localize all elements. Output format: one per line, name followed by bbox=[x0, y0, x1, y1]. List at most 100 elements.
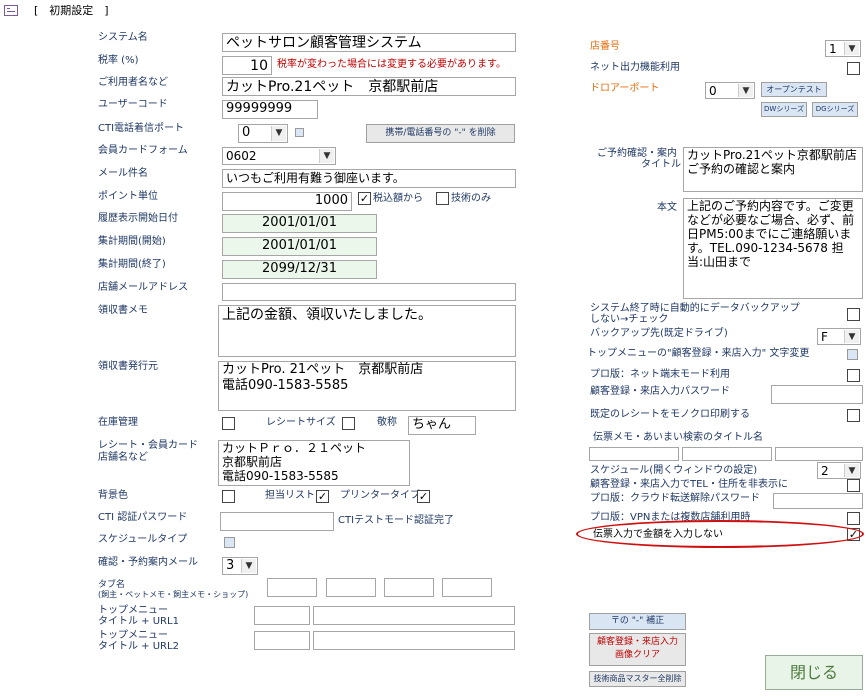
hyphen-fix-button[interactable]: 〒の "-" 補正 bbox=[589, 613, 686, 630]
top-menu-1-url-field[interactable] bbox=[313, 606, 515, 625]
tab-name-4-field[interactable] bbox=[442, 578, 492, 597]
user-name-label: ご利用者名など bbox=[98, 77, 168, 88]
vpn-checkbox[interactable] bbox=[847, 512, 860, 525]
user-name-field[interactable]: カットPro.21ペット 京都駅前店 bbox=[222, 77, 516, 96]
confirm-mail-label: 確認・予約案内メール bbox=[98, 557, 198, 568]
chevron-down-icon[interactable]: ▼ bbox=[844, 464, 859, 477]
shop-number-label: 店番号 bbox=[590, 41, 620, 52]
tax-rate-label: 税率 (%) bbox=[98, 55, 139, 66]
system-name-label: システム名 bbox=[98, 32, 148, 43]
receipt-shop-label-2: 店舗名など bbox=[98, 452, 148, 463]
open-test-button[interactable]: オープンテスト bbox=[761, 82, 827, 97]
dg-series-button[interactable]: DGシリーズ bbox=[812, 102, 858, 117]
chevron-down-icon[interactable]: ▼ bbox=[844, 330, 859, 343]
body-text-label: 本文 bbox=[657, 202, 677, 213]
backup-drive-label: バックアップ先(既定ドライブ) bbox=[590, 328, 728, 339]
bg-color-label: 背景色 bbox=[98, 490, 128, 501]
tab-name-1-field[interactable] bbox=[267, 578, 317, 597]
auto-backup-checkbox[interactable] bbox=[847, 308, 860, 321]
member-card-form-select[interactable]: 0602 ▼ bbox=[222, 147, 336, 165]
schedule-label: スケジュール(開くウィンドウの設定) bbox=[590, 465, 758, 476]
pro-net-checkbox[interactable] bbox=[847, 369, 860, 382]
top-menu-1-title-field[interactable] bbox=[254, 606, 310, 625]
cti-test-mode-label: CTIテストモード認証完了 bbox=[338, 515, 455, 526]
chevron-down-icon[interactable]: ▼ bbox=[844, 42, 859, 55]
receipt-memo-field[interactable]: 上記の金額、領収いたしました。 bbox=[218, 305, 516, 357]
memo-search-title-1-field[interactable] bbox=[589, 447, 679, 461]
shop-mail-field[interactable] bbox=[222, 283, 516, 301]
system-name-field[interactable]: ペットサロン顧客管理システム bbox=[222, 33, 516, 52]
memo-search-title-3-field[interactable] bbox=[775, 447, 863, 461]
tech-only-checkbox[interactable] bbox=[436, 192, 449, 205]
chevron-down-icon[interactable]: ▼ bbox=[738, 84, 753, 97]
backup-drive-select[interactable]: F ▼ bbox=[817, 328, 861, 345]
cti-port-label: CTI電話着信ポート bbox=[98, 123, 185, 134]
top-menu-text-button[interactable] bbox=[847, 349, 858, 360]
cti-password-field[interactable] bbox=[220, 512, 334, 531]
receipt-memo-label: 領収書メモ bbox=[98, 305, 148, 316]
tab-name-2-field[interactable] bbox=[326, 578, 376, 597]
receipt-shop-field[interactable]: カットＰｒｏ．２１ペット 京都駅前店 電話090-1583-5585 bbox=[218, 440, 410, 486]
receipt-size-checkbox[interactable] bbox=[342, 417, 355, 430]
stock-mgmt-checkbox[interactable] bbox=[222, 417, 235, 430]
clear-image-button[interactable]: 顧客登録・来店入力 画像クリア bbox=[589, 633, 686, 666]
drawer-port-value: 0 bbox=[709, 84, 717, 98]
memo-search-title-2-field[interactable] bbox=[682, 447, 772, 461]
hide-tel-label: 顧客登録・来店入力でTEL・住所を非表示に bbox=[590, 479, 788, 490]
shop-number-value: 1 bbox=[829, 42, 837, 56]
mail-subject-label: メール件名 bbox=[98, 168, 148, 179]
mail-subject-field[interactable]: いつもご利用有難う御座います。 bbox=[222, 169, 516, 188]
bg-color-checkbox[interactable] bbox=[222, 490, 235, 503]
reservation-title-field[interactable]: カットPro.21ペット京都駅前店 ご予約の確認と案内 bbox=[683, 147, 863, 192]
dw-series-button[interactable]: DWシリーズ bbox=[761, 102, 807, 117]
reservation-title-sublabel: タイトル bbox=[641, 159, 681, 170]
remove-hyphen-button[interactable]: 携帯/電話番号の "-" を削除 bbox=[366, 124, 515, 143]
drawer-port-label: ドロアーポート bbox=[590, 83, 660, 94]
confirm-mail-value: 3 bbox=[226, 558, 235, 573]
top-menu-2-url-field[interactable] bbox=[313, 631, 515, 650]
reg-password-label: 顧客登録・来店入力パスワード bbox=[590, 386, 730, 397]
staff-list-checkbox[interactable]: ✓ bbox=[316, 490, 329, 503]
schedule-select[interactable]: 2 ▼ bbox=[817, 462, 861, 479]
schedule-type-button[interactable] bbox=[224, 537, 235, 548]
shop-number-select[interactable]: 1 ▼ bbox=[825, 40, 861, 57]
chevron-down-icon[interactable]: ▼ bbox=[319, 149, 334, 163]
history-start-label: 履歴表示開始日付 bbox=[98, 213, 178, 224]
hide-tel-checkbox[interactable] bbox=[847, 479, 860, 492]
cti-port-small-button[interactable] bbox=[295, 128, 304, 137]
close-button[interactable]: 閉じる bbox=[765, 655, 863, 690]
delete-tech-button[interactable]: 技術商品マスター全削除 bbox=[589, 671, 686, 687]
tab-name-3-field[interactable] bbox=[384, 578, 434, 597]
cti-port-value: 0 bbox=[242, 125, 251, 140]
highlight-ellipse bbox=[576, 520, 864, 548]
tax-rate-field[interactable]: 10 bbox=[222, 56, 272, 75]
drawer-port-select[interactable]: 0 ▼ bbox=[705, 82, 755, 99]
cti-port-select[interactable]: 0 ▼ bbox=[238, 124, 288, 143]
user-code-field[interactable]: 99999999 bbox=[222, 100, 318, 119]
top-menu-2-title-field[interactable] bbox=[254, 631, 310, 650]
honorific-field[interactable]: ちゃん bbox=[408, 416, 476, 435]
schedule-type-label: スケジュールタイプ bbox=[98, 534, 188, 545]
period-end-label: 集計期間(終了) bbox=[98, 259, 166, 270]
member-card-form-label: 会員カードフォーム bbox=[98, 145, 188, 156]
net-output-checkbox[interactable] bbox=[847, 62, 860, 75]
period-end-field[interactable]: 2099/12/31 bbox=[222, 260, 377, 279]
printer-type-checkbox[interactable]: ✓ bbox=[417, 490, 430, 503]
cloud-password-field[interactable] bbox=[773, 493, 863, 509]
chevron-down-icon[interactable]: ▼ bbox=[241, 559, 256, 573]
backup-drive-value: F bbox=[821, 330, 828, 344]
body-text-field[interactable]: 上記のご予約内容です。ご変更などが必要なご場合、必ず、前日PM5:00までにご連… bbox=[683, 198, 863, 299]
period-start-field[interactable]: 2001/01/01 bbox=[222, 237, 377, 256]
mono-receipt-checkbox[interactable] bbox=[847, 409, 860, 422]
reg-password-field[interactable] bbox=[771, 385, 863, 404]
tax-included-checkbox[interactable]: ✓ bbox=[358, 192, 371, 205]
chevron-down-icon[interactable]: ▼ bbox=[271, 126, 286, 141]
receipt-issuer-label: 領収書発行元 bbox=[98, 361, 158, 372]
honorific-label: 敬称 bbox=[377, 417, 397, 428]
history-start-field[interactable]: 2001/01/01 bbox=[222, 214, 377, 233]
point-unit-label: ポイント単位 bbox=[98, 191, 158, 202]
point-unit-field[interactable]: 1000 bbox=[222, 192, 352, 211]
confirm-mail-select[interactable]: 3 ▼ bbox=[222, 557, 258, 575]
memo-search-title-label: 伝票メモ・あいまい検索のタイトル名 bbox=[593, 432, 763, 443]
receipt-issuer-field[interactable]: カットPro. 21ペット 京都駅前店 電話090-1583-5585 bbox=[218, 361, 516, 411]
